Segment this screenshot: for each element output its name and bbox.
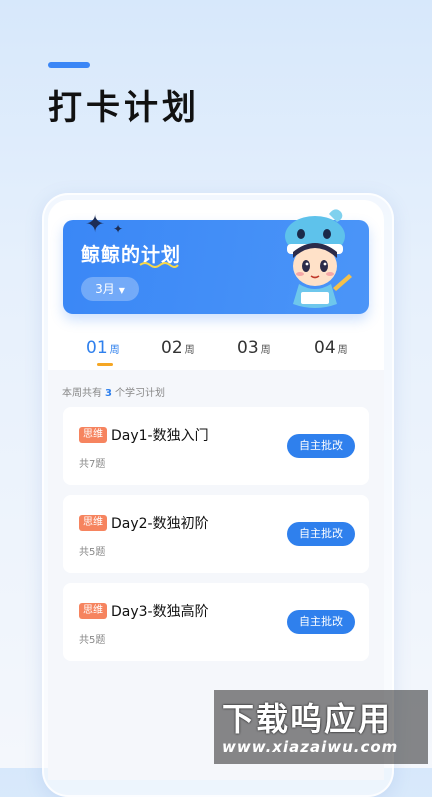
underline-squiggle-icon [139,262,179,268]
category-tag: 思维 [79,427,107,443]
question-count: 共7题 [79,459,106,470]
tab-unit: 周 [337,345,348,356]
category-tag: 思维 [79,515,107,531]
plan-card[interactable]: 思维 Day1-数独入门 共7题 自主批改 [63,407,369,485]
tab-number: 04 [314,338,336,358]
tab-unit: 周 [109,345,120,356]
plan-card[interactable]: 思维 Day3-数独高阶 共5题 自主批改 [63,583,369,661]
plan-title: Day1-数独入门 [111,428,209,444]
tab-unit: 周 [260,345,271,356]
weekly-summary: 本周共有 3 个学习计划 [62,384,165,399]
self-review-button[interactable]: 自主批改 [287,610,355,634]
watermark-text: 下载呜应用 [222,700,393,738]
category-tag: 思维 [79,603,107,619]
watermark-url: www.xiazaiwu.com [222,738,399,756]
summary-prefix: 本周共有 [62,388,102,399]
page-title: 打卡计划 [48,88,200,128]
summary-count: 3 [105,388,112,399]
month-label: 3月 [95,282,115,296]
month-selector[interactable]: 3月 ▼ [81,277,139,301]
sparkle-icon: ✦ [85,210,106,238]
active-tab-indicator [97,363,113,366]
sparkle-small-icon: ✦ [113,222,124,236]
caret-down-icon: ▼ [118,286,125,295]
tab-number: 01 [86,338,108,358]
plan-title: Day3-数独高阶 [111,604,209,620]
tab-number: 02 [161,338,183,358]
tab-week-01[interactable]: 01 周 [86,338,120,358]
tab-week-02[interactable]: 02 周 [161,338,195,358]
tab-week-03[interactable]: 03 周 [237,338,271,358]
question-count: 共5题 [79,547,106,558]
self-review-button[interactable]: 自主批改 [287,434,355,458]
tab-number: 03 [237,338,259,358]
plan-card[interactable]: 思维 Day2-数独初阶 共5题 自主批改 [63,495,369,573]
self-review-button[interactable]: 自主批改 [287,522,355,546]
title-accent-bar [48,62,90,68]
plan-title: Day2-数独初阶 [111,516,209,532]
tab-unit: 周 [184,345,195,356]
site-watermark: 下载呜应用 www.xiazaiwu.com [214,690,428,764]
plan-banner: ✦ ✦ 鲸鲸的计划 3月 ▼ [63,209,369,314]
summary-suffix: 个学习计划 [114,388,165,399]
tab-week-04[interactable]: 04 周 [314,338,348,358]
question-count: 共5题 [79,635,106,646]
whale-mascot-icon [285,209,352,308]
